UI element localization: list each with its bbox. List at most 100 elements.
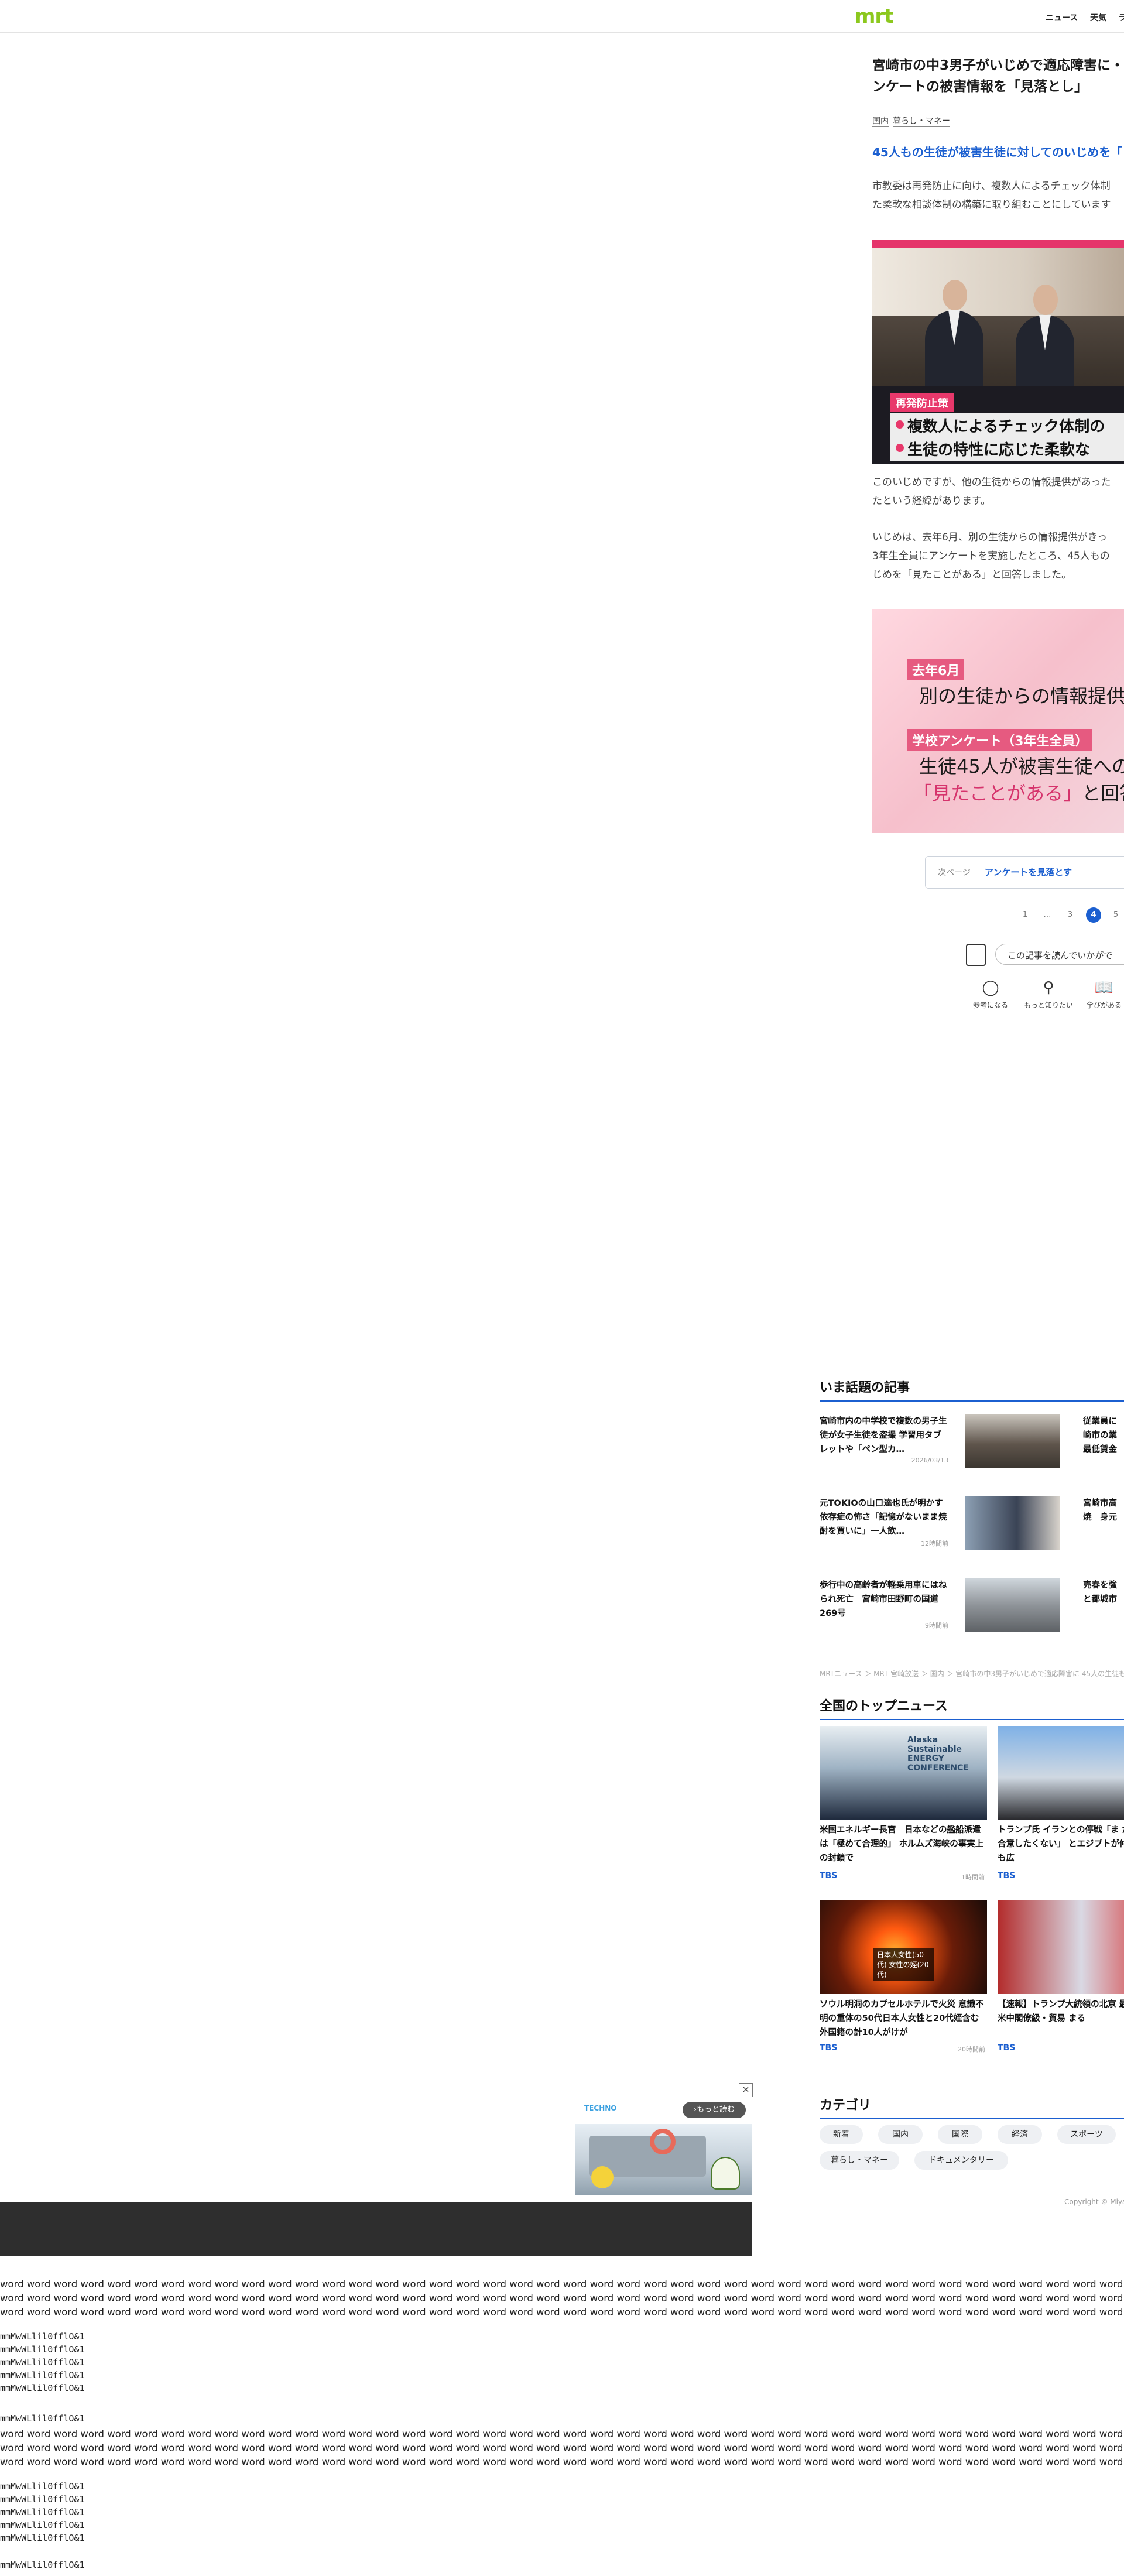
nav-more[interactable]: ラ xyxy=(1118,12,1124,23)
top-news-image-1[interactable]: Alaska Sustainable ENERGY CONFERENCE xyxy=(820,1726,987,1820)
ad-brand: TECHNO xyxy=(584,2104,617,2112)
trending-item-2[interactable]: 元TOKIOの山口達也氏が明かす依存症の怖さ「記憶がないまま焼酎を買いに」一人飲… xyxy=(820,1496,948,1548)
reaction-want-more[interactable]: ⚲ もっと知りたい xyxy=(1020,979,1077,1010)
category-documentary[interactable]: ドキュメンタリー xyxy=(914,2151,1008,2170)
article-lead: 45人もの生徒が被害生徒に対してのいじめを「 xyxy=(872,145,1123,159)
reaction-learned[interactable]: 📖 学びがある xyxy=(1081,979,1124,1010)
news-title[interactable]: 【速報】トランプ大統領の北京 最終調整 米中閣僚級・貿易 まる xyxy=(998,1998,1124,2026)
photo2-text-3: 「見たことがある」と回答 xyxy=(913,782,1124,804)
ad-read-more-button[interactable]: ›もっと読む xyxy=(683,2102,746,2118)
category-domestic[interactable]: 国内 xyxy=(878,2125,923,2144)
next-page-title[interactable]: アンケートを見落とす xyxy=(985,866,1072,878)
trending-side-1[interactable]: 従業員に 崎市の業 最低賃金 xyxy=(1083,1414,1117,1457)
news-source: TBS xyxy=(998,2043,1016,2053)
site-header xyxy=(0,0,1124,33)
ad-mascot-yellow xyxy=(591,2166,614,2188)
nav-weather[interactable]: 天気 xyxy=(1090,12,1106,23)
trending-thumb-2[interactable] xyxy=(965,1496,1060,1550)
trending-title[interactable]: 宮崎市内の中学校で複数の男子生徒が女子生徒を盗撮 学習用タブレットや「ペン型カ… xyxy=(820,1414,948,1457)
footer-dark-bar xyxy=(0,2202,752,2256)
photo-caption-label: 再発防止策 xyxy=(890,393,954,412)
photo-background-wall xyxy=(872,240,1124,316)
article-paragraph-3: いじめは、去年6月、別の生徒からの情報提供がきっ 3年生全員にアンケートを実施し… xyxy=(872,528,1124,584)
news-title[interactable]: トランプ氏 イランとの停戦「ま だ不十分で合意したくない」 とエジプトが仲介試み… xyxy=(998,1823,1124,1865)
top-news-item-4[interactable]: 【速報】トランプ大統領の北京 最終調整 米中閣僚級・貿易 まる xyxy=(998,1998,1124,2026)
reaction-label: 学びがある xyxy=(1086,1001,1122,1009)
title-line-1: 宮崎市の中3男子がいじめで適応障害に・ xyxy=(872,58,1124,73)
filler-paragraph-2: word word word word word word word word … xyxy=(0,2428,1124,2468)
photo2-text-2: 生徒45人が被害生徒への xyxy=(919,755,1124,777)
photo2-label-survey: 学校アンケート（3年生全員） xyxy=(907,729,1093,751)
trending-item-3[interactable]: 歩行中の高齢者が軽乗用車にはねられ死亡 宮崎市田野町の国道269号 9時間前 xyxy=(820,1578,948,1630)
ad-close-button[interactable]: × xyxy=(739,2083,753,2097)
trending-heading: いま話題の記事 xyxy=(820,1377,1124,1402)
trending-thumb-3[interactable] xyxy=(965,1578,1060,1632)
trending-title[interactable]: 歩行中の高齢者が軽乗用車にはねられ死亡 宮崎市田野町の国道269号 xyxy=(820,1578,948,1621)
lightbulb-icon: ◯ xyxy=(982,979,999,996)
para-line: いじめは、去年6月、別の生徒からの情報提供がきっ xyxy=(872,532,1108,543)
article-paragraph-2: このいじめですが、他の生徒からの情報提供があった たという経緯があります。 xyxy=(872,473,1124,511)
feedback-question: この記事を読んでいかがで xyxy=(995,944,1124,965)
nav-news[interactable]: ニュース xyxy=(1046,12,1078,23)
breadcrumb[interactable]: MRTニュース ＞ MRT 宮崎放送 ＞ 国内 ＞ 宮崎市の中3男子がいじめで適… xyxy=(820,1669,1124,1678)
top-news-image-3[interactable]: 日本人女性(50代) 女性の姪(20代) xyxy=(820,1900,987,1994)
category-new[interactable]: 新着 xyxy=(820,2125,863,2144)
page-5[interactable]: 5 xyxy=(1108,907,1123,923)
trending-item-1[interactable]: 宮崎市内の中学校で複数の男子生徒が女子生徒を盗撮 学習用タブレットや「ペン型カ…… xyxy=(820,1414,948,1464)
news-image-caption: Alaska Sustainable ENERGY CONFERENCE xyxy=(907,1735,969,1773)
photo-wall-stripe xyxy=(872,240,1124,248)
news-title[interactable]: 米国エネルギー長官 日本などの艦船派遣は「極めて合理的」 ホルムズ海峡の事実上の… xyxy=(820,1823,987,1865)
ad-banner-image[interactable] xyxy=(575,2124,752,2195)
news-source: TBS xyxy=(998,1871,1016,1880)
tag-domestic[interactable]: 国内 xyxy=(872,116,889,127)
category-international[interactable]: 国際 xyxy=(938,2125,982,2144)
category-sports[interactable]: スポーツ xyxy=(1057,2125,1116,2144)
trending-side-3[interactable]: 売春を強 と都城市 xyxy=(1083,1578,1117,1606)
filler-paragraph-1: word word word word word word word word … xyxy=(0,2279,1124,2318)
categories-heading: カテゴリ xyxy=(820,2095,1124,2119)
filler-mono-block-2: mmMwWLlil0fflO&1 mmMwWLlil0fflO&1 mmMwWLli… xyxy=(0,2481,85,2543)
trending-time: 12時間前 xyxy=(921,1540,948,1547)
page-ellipsis: … xyxy=(1043,910,1051,919)
mrt-logo[interactable]: mrt xyxy=(855,5,893,28)
trending-thumb-1[interactable] xyxy=(965,1414,1060,1468)
page-1[interactable]: 1 xyxy=(1017,907,1033,923)
news-title[interactable]: ソウル明洞のカプセルホテルで火災 意識不明の重体の50代日本人女性と20代姪含む… xyxy=(820,1998,987,2040)
top-news-image-4[interactable] xyxy=(998,1900,1124,1994)
para-line: じめを「見たことがある」と回答しました。 xyxy=(872,569,1071,581)
category-economy[interactable]: 経済 xyxy=(998,2125,1042,2144)
top-news-item-3[interactable]: ソウル明洞のカプセルホテルで火災 意識不明の重体の50代日本人女性と20代姪含む… xyxy=(820,1998,987,2040)
top-news-heading: 全国のトップニュース xyxy=(820,1695,1124,1720)
top-news-image-2[interactable] xyxy=(998,1726,1124,1820)
reaction-label: もっと知りたい xyxy=(1023,1001,1073,1009)
top-news-item-1[interactable]: 米国エネルギー長官 日本などの艦船派遣は「極めて合理的」 ホルムズ海峡の事実上の… xyxy=(820,1823,987,1865)
article-photo-2: 去年6月 別の生徒からの情報提供 学校アンケート（3年生全員） 生徒45人が被害… xyxy=(872,609,1124,833)
para-line: このいじめですが、他の生徒からの情報提供があった xyxy=(872,477,1111,488)
copyright: Copyright © Miya xyxy=(1064,2198,1124,2206)
search-icon: ⚲ xyxy=(1043,979,1054,996)
tag-life-money[interactable]: 暮らし・マネー xyxy=(893,116,950,127)
filler-mono-line: mmMwWLlil0fflO&1 xyxy=(0,2560,85,2570)
para-line: 3年生全員にアンケートを実施したところ、45人もの xyxy=(872,550,1110,562)
next-page-label: 次ページ xyxy=(938,868,971,878)
news-source: TBS xyxy=(820,1871,838,1880)
article-photo-1: 再発防止策 複数人によるチェック体制の 生徒の特性に応じた柔軟な xyxy=(872,240,1124,464)
trending-time: 2026/03/13 xyxy=(911,1457,948,1464)
title-line-2: ンケートの被害情報を「見落とし」 xyxy=(872,79,1088,94)
page-4-current[interactable]: 4 xyxy=(1086,907,1101,923)
ad-mascot-green xyxy=(711,2157,740,2190)
para-line: た柔軟な相談体制の構築に取り組むことにしています xyxy=(872,199,1111,211)
category-life-money[interactable]: 暮らし・マネー xyxy=(820,2151,899,2170)
reaction-helpful[interactable]: ◯ 参考になる xyxy=(967,979,1014,1010)
trending-time: 9時間前 xyxy=(925,1622,948,1629)
page-3[interactable]: 3 xyxy=(1063,907,1078,923)
filler-mono-line: mmMwWLlil0fflO&1 xyxy=(0,2413,85,2424)
news-source: TBS xyxy=(820,2043,838,2053)
trending-title[interactable]: 元TOKIOの山口達也氏が明かす依存症の怖さ「記憶がないまま焼酎を買いに」一人飲… xyxy=(820,1496,948,1539)
news-image-caption: 日本人女性(50代) 女性の姪(20代) xyxy=(873,1948,934,1981)
trending-side-2[interactable]: 宮崎市高焼 身元 xyxy=(1083,1496,1117,1525)
para-line: たという経緯があります。 xyxy=(872,495,991,507)
feedback-document-icon xyxy=(966,944,986,966)
para-line: 市教委は再発防止に向け、複数人によるチェック体制 xyxy=(872,180,1111,192)
top-news-item-2[interactable]: トランプ氏 イランとの停戦「ま だ不十分で合意したくない」 とエジプトが仲介試み… xyxy=(998,1823,1124,1865)
